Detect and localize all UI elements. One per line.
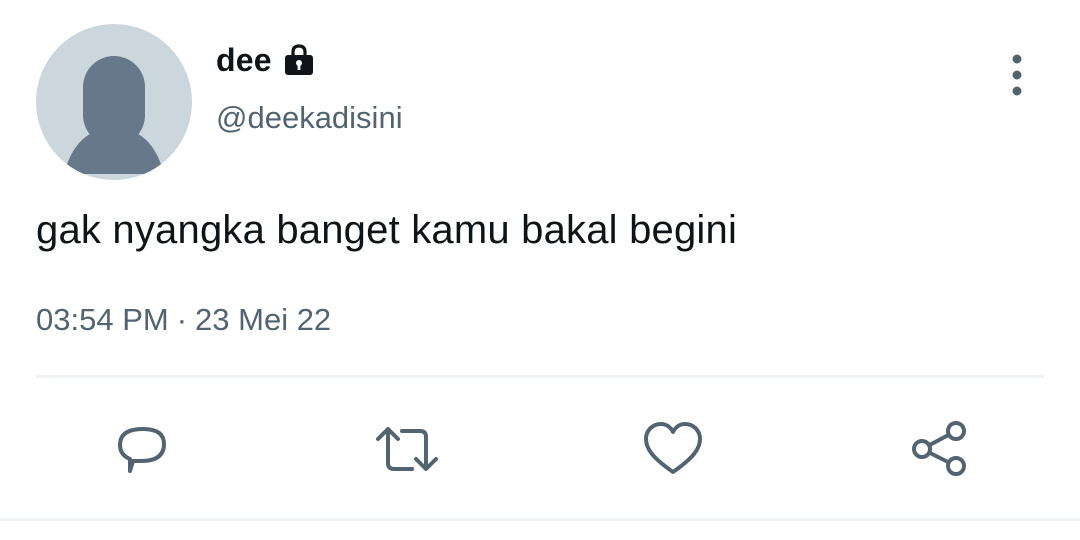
avatar[interactable]: [36, 24, 192, 180]
tweet-card: dee @deekadisini gak nyangka banget kamu…: [0, 0, 1080, 540]
retweet-icon: [376, 427, 438, 471]
lock-icon: [282, 43, 316, 77]
tweet-text: gak nyangka banget kamu bakal begini: [36, 208, 738, 252]
more-vertical-icon: [1012, 54, 1022, 96]
user-handle[interactable]: @deekadisini: [216, 100, 403, 136]
meta-separator: ·: [176, 302, 188, 337]
reply-button[interactable]: [108, 416, 174, 482]
bottom-divider: [0, 518, 1080, 521]
reply-icon: [118, 427, 166, 473]
default-avatar-icon: [64, 56, 164, 174]
heart-icon: [644, 422, 702, 474]
display-name[interactable]: dee: [216, 42, 272, 79]
more-options-button[interactable]: [994, 48, 1040, 102]
like-button[interactable]: [640, 416, 706, 482]
tweet-date[interactable]: 23 Mei 22: [195, 302, 331, 337]
tweet-meta: 03:54 PM · 23 Mei 22: [36, 302, 331, 338]
share-button[interactable]: [906, 416, 972, 482]
share-icon: [912, 421, 966, 476]
retweet-button[interactable]: [374, 416, 440, 482]
tweet-time[interactable]: 03:54 PM: [36, 302, 169, 337]
display-name-row: dee: [216, 40, 316, 80]
divider: [36, 375, 1044, 378]
